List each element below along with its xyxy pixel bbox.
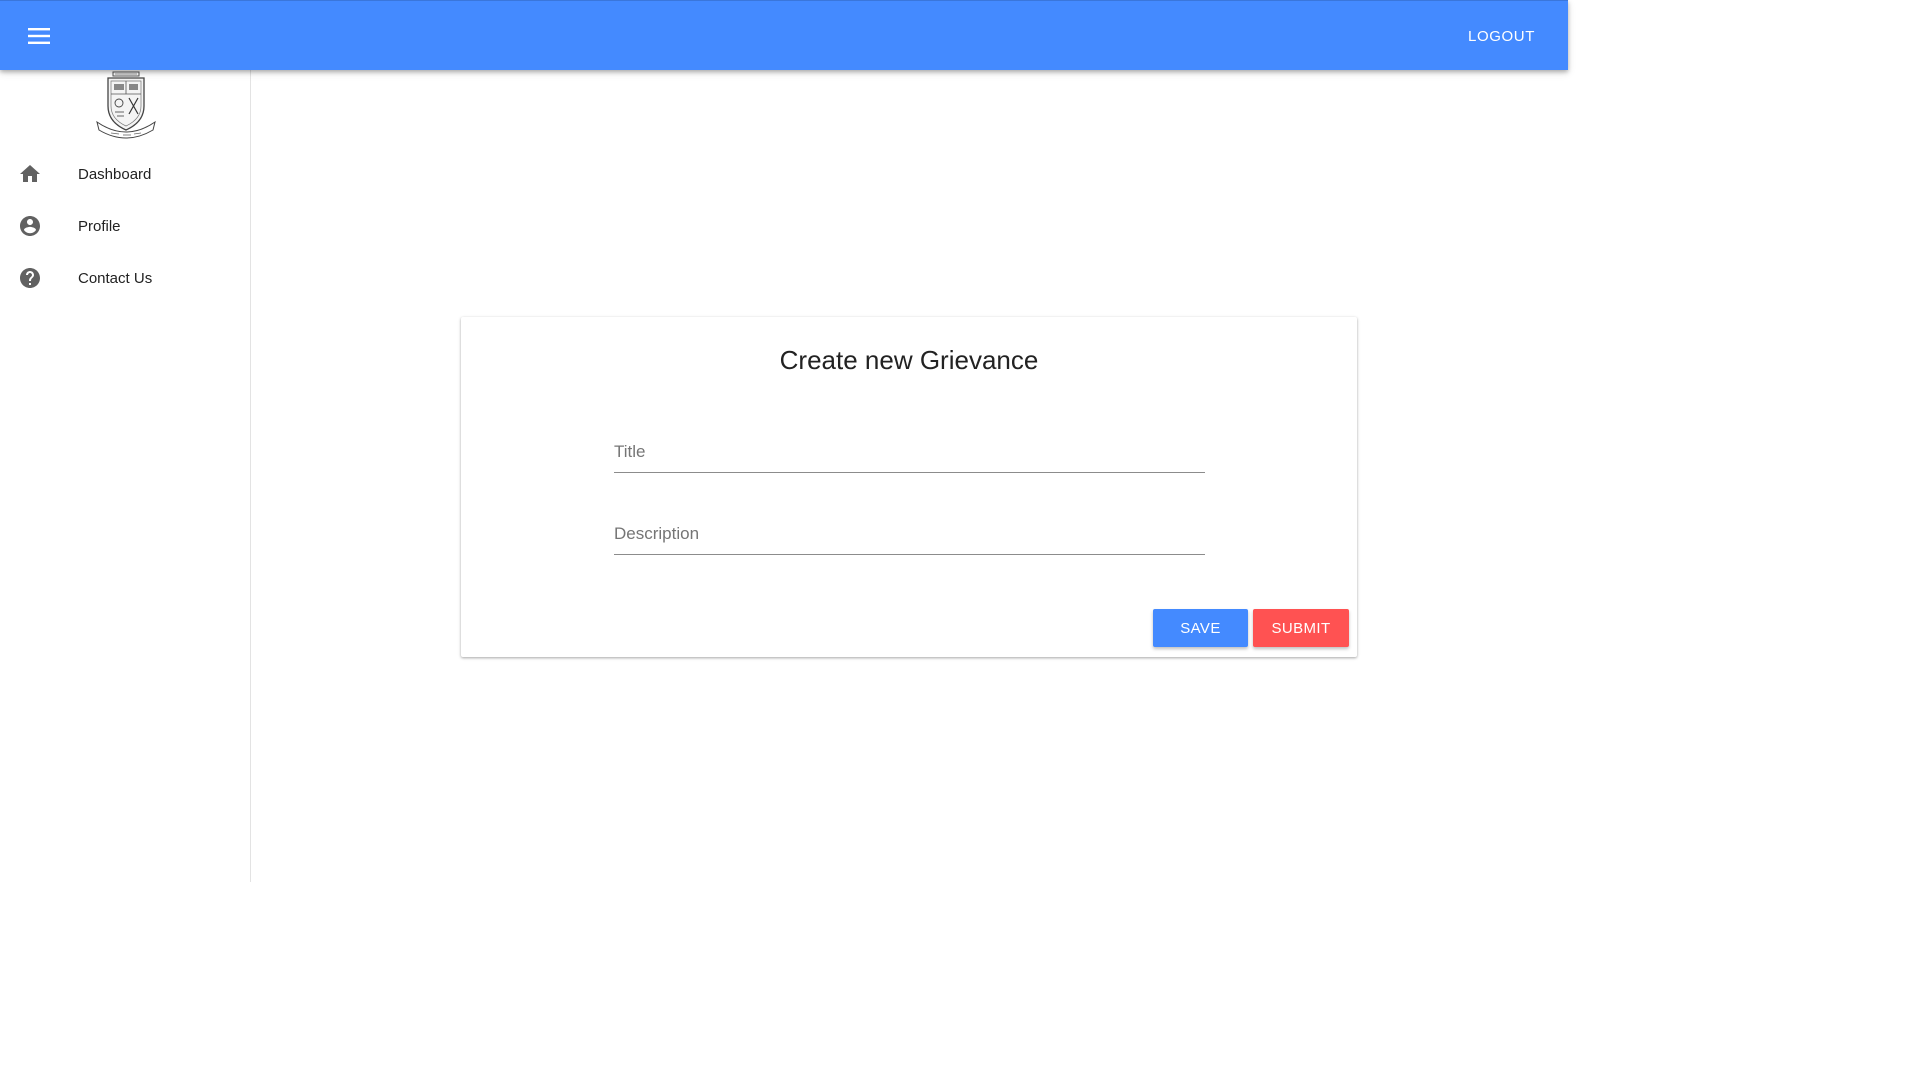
menu-icon [28, 28, 50, 44]
sidebar-item-label: Contact Us [78, 269, 153, 287]
page-title: Create new Grievance [779, 345, 1039, 375]
sidebar-item-label: Profile [78, 217, 121, 235]
college-crest-logo [91, 70, 161, 140]
help-circle-icon [18, 266, 42, 290]
submit-button[interactable]: SUBMIT [1253, 609, 1349, 647]
title-input[interactable] [614, 437, 1205, 473]
sidebar-item-contact-us[interactable]: Contact Us [0, 254, 250, 302]
app-bar: LOGOUT [0, 0, 1568, 70]
save-button[interactable]: SAVE [1153, 609, 1248, 647]
sidebar-item-dashboard[interactable]: Dashboard [0, 150, 250, 198]
account-circle-icon [18, 214, 42, 238]
menu-button[interactable] [22, 20, 56, 52]
sidebar: Dashboard Profile Contact Us [0, 70, 251, 882]
sidebar-item-profile[interactable]: Profile [0, 202, 250, 250]
home-icon [18, 162, 42, 186]
description-input[interactable] [614, 519, 1205, 555]
grievance-form-card: Create new Grievance SAVE SUBMIT [461, 317, 1357, 657]
description-field [614, 509, 1205, 555]
logout-button[interactable]: LOGOUT [1457, 22, 1546, 50]
title-field [614, 427, 1205, 473]
sidebar-item-label: Dashboard [78, 165, 152, 183]
